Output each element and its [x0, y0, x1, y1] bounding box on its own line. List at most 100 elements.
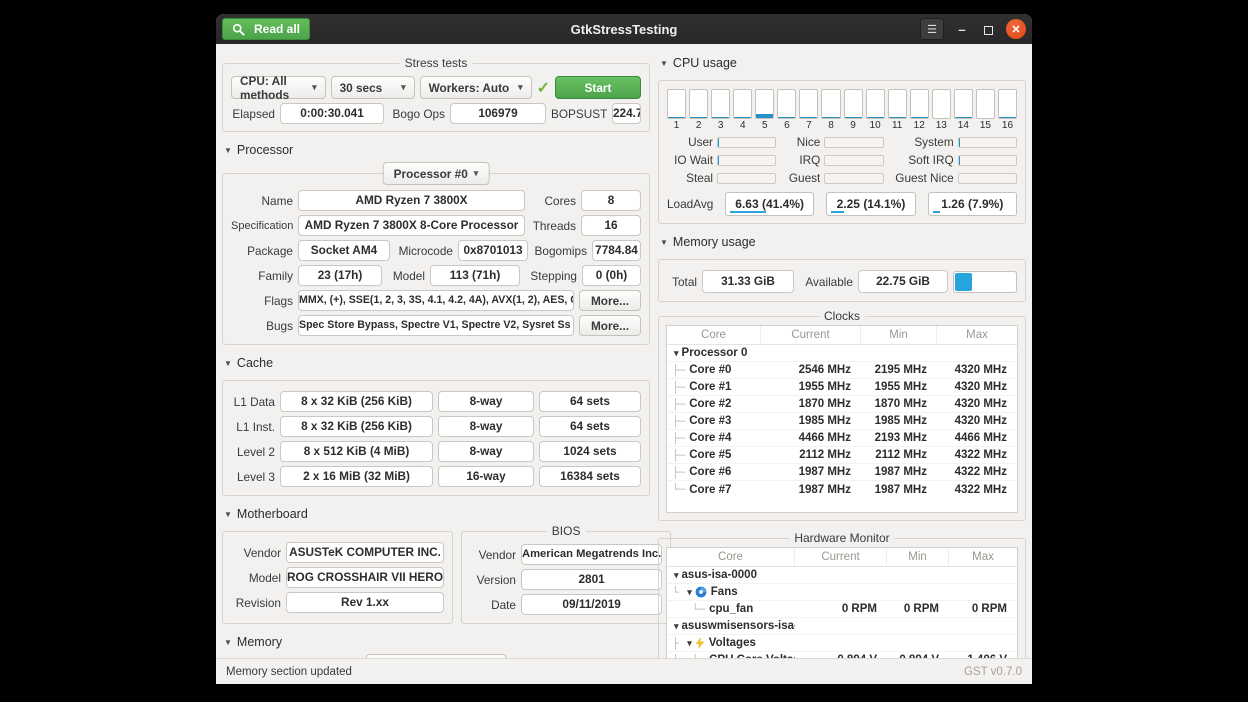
name-field[interactable]: AMD Ryzen 7 3800X: [298, 190, 525, 211]
maximize-icon[interactable]: [980, 21, 996, 37]
bios-version-field[interactable]: 2801: [521, 569, 662, 590]
motherboard-frame: Vendor ASUSTeK COMPUTER INC. Model ROG C…: [222, 531, 453, 624]
l1-inst-size-field[interactable]: 8 x 32 KiB (256 KiB): [280, 416, 433, 437]
available-field[interactable]: 22.75 GiB: [858, 270, 948, 293]
memory-usage-section-header[interactable]: ▼ Memory usage: [660, 235, 1026, 249]
bugs-more-button[interactable]: More...: [579, 315, 641, 336]
processor-selector-dropdown[interactable]: Processor #0 ▾: [383, 162, 490, 185]
family-field[interactable]: 23 (17h): [298, 265, 382, 286]
bugs-field[interactable]: Spec Store Bypass, Spectre V1, Spectre V…: [298, 315, 574, 336]
table-row: ├─Core #0 2546 MHz2195 MHz4320 MHz: [667, 362, 1017, 379]
l1-inst-label: L1 Inst.: [231, 420, 275, 434]
clocks-table: Core Current Min Max ▾Processor 0 ├─Core…: [666, 325, 1018, 513]
flags-field[interactable]: MMX, (+), SSE(1, 2, 3, 3S, 4.1, 4.2, 4A)…: [298, 290, 574, 311]
level2-assoc-field[interactable]: 8-way: [438, 441, 534, 462]
mb-model-label: Model: [231, 571, 281, 585]
level2-size-field[interactable]: 8 x 512 KiB (4 MiB): [280, 441, 433, 462]
close-icon[interactable]: ✕: [1006, 19, 1026, 39]
mb-vendor-field[interactable]: ASUSTeK COMPUTER INC.: [286, 542, 444, 563]
core-bar: [976, 89, 995, 119]
threads-field[interactable]: 16: [581, 215, 641, 236]
elapsed-field[interactable]: 0:00:30.041: [280, 103, 384, 124]
specification-label: Specification: [231, 220, 293, 232]
processor-section-header[interactable]: ▼ Processor: [224, 143, 650, 157]
expander-icon: ▼: [660, 59, 668, 68]
stress-workers-dropdown[interactable]: Workers: Auto ▾: [420, 76, 532, 99]
mb-revision-field[interactable]: Rev 1.xx: [286, 592, 444, 613]
expander-icon: ▾: [687, 587, 692, 598]
core-bar: [821, 89, 840, 119]
dimm-selector-dropdown[interactable]: DIMM_A2 (BANK 1) ▾: [366, 654, 507, 658]
bios-version-label: Version: [470, 573, 516, 587]
mb-model-field[interactable]: ROG CROSSHAIR VII HERO: [286, 567, 444, 588]
core-bar: [954, 89, 973, 119]
ready-check-icon: ✓: [537, 78, 550, 98]
name-label: Name: [231, 194, 293, 208]
specification-field[interactable]: AMD Ryzen 7 3800X 8-Core Processor: [298, 215, 525, 236]
right-column: ▼ CPU usage 1 2 3 4 5 6 7 8 9 10 11 12: [658, 56, 1026, 654]
level3-sets-field[interactable]: 16384 sets: [539, 466, 641, 487]
chevron-down-icon: ▾: [312, 82, 317, 93]
l1-inst-assoc-field[interactable]: 8-way: [438, 416, 534, 437]
bios-legend: BIOS: [547, 524, 586, 538]
table-row-group[interactable]: ▾asuswmisensors-isa-0000: [667, 618, 1017, 635]
clocks-frame: Clocks Core Current Min Max ▾Processor 0…: [658, 316, 1026, 521]
mb-revision-label: Revision: [231, 596, 281, 610]
nice-progressbar: [824, 137, 883, 148]
processor-frame: Processor #0 ▾ Name AMD Ryzen 7 3800X Co…: [222, 173, 650, 345]
stress-duration-dropdown[interactable]: 30 secs ▾: [331, 76, 415, 99]
bogo-ops-label: Bogo Ops: [389, 107, 445, 121]
statusbar: Memory section updated GST v0.7.0: [216, 658, 1032, 684]
bogo-ops-field[interactable]: 106979: [450, 103, 546, 124]
table-row-group[interactable]: └ ▾ Fans: [667, 584, 1017, 601]
system-label: System: [888, 135, 954, 149]
guest-label: Guest: [780, 171, 820, 185]
nice-label: Nice: [780, 135, 820, 149]
hwmon-table-header: Core Current Min Max: [667, 548, 1017, 567]
l1-data-assoc-field[interactable]: 8-way: [438, 391, 534, 412]
flags-more-button[interactable]: More...: [579, 290, 641, 311]
start-button[interactable]: Start: [555, 76, 641, 99]
user-progressbar: [717, 137, 776, 148]
stress-method-dropdown[interactable]: CPU: All methods ▾: [231, 76, 326, 99]
menu-icon[interactable]: ☰: [920, 18, 944, 40]
iowait-label: IO Wait: [667, 153, 713, 167]
expander-icon: ▼: [224, 359, 232, 368]
bogomips-field[interactable]: 7784.84: [592, 240, 641, 261]
l1-data-size-field[interactable]: 8 x 32 KiB (256 KiB): [280, 391, 433, 412]
package-field[interactable]: Socket AM4: [298, 240, 390, 261]
core-bar: [910, 89, 929, 119]
microcode-field[interactable]: 0x8701013: [458, 240, 528, 261]
table-row-group[interactable]: ▾Processor 0: [667, 345, 1017, 362]
cpu-usage-section-header[interactable]: ▼ CPU usage: [660, 56, 1026, 70]
motherboard-section-header[interactable]: ▼ Motherboard: [224, 507, 650, 521]
stepping-field[interactable]: 0 (0h): [582, 265, 641, 286]
table-row: ├─Core #4 4466 MHz2193 MHz4466 MHz: [667, 430, 1017, 447]
cache-section-header[interactable]: ▼ Cache: [224, 356, 650, 370]
window-title: GtkStressTesting: [216, 22, 1032, 37]
bios-vendor-field[interactable]: American Megatrends Inc.: [521, 544, 662, 565]
cores-field[interactable]: 8: [581, 190, 641, 211]
l1-data-sets-field[interactable]: 64 sets: [539, 391, 641, 412]
chevron-down-icon: ▾: [401, 82, 406, 93]
minimize-icon[interactable]: –: [954, 21, 970, 37]
l1-inst-sets-field[interactable]: 64 sets: [539, 416, 641, 437]
table-row-group[interactable]: ▾asus-isa-0000: [667, 567, 1017, 584]
core-bar: [866, 89, 885, 119]
expander-icon: ▾: [687, 638, 692, 649]
expander-icon: ▼: [224, 638, 232, 647]
memory-section-header[interactable]: ▼ Memory: [224, 635, 650, 649]
total-field[interactable]: 31.33 GiB: [702, 270, 794, 293]
status-message: Memory section updated: [226, 666, 352, 678]
threads-label: Threads: [530, 219, 576, 233]
table-row: ├─Core #6 1987 MHz1987 MHz4322 MHz: [667, 464, 1017, 481]
level3-assoc-field[interactable]: 16-way: [438, 466, 534, 487]
model-field[interactable]: 113 (71h): [430, 265, 520, 286]
core-bar: [932, 89, 951, 119]
read-all-button[interactable]: Read all: [222, 18, 310, 40]
bopsust-field[interactable]: 224.73: [612, 103, 641, 124]
bios-date-field[interactable]: 09/11/2019: [521, 594, 662, 615]
table-row-group[interactable]: ├ ▾ Voltages: [667, 635, 1017, 652]
level3-size-field[interactable]: 2 x 16 MiB (32 MiB): [280, 466, 433, 487]
level2-sets-field[interactable]: 1024 sets: [539, 441, 641, 462]
